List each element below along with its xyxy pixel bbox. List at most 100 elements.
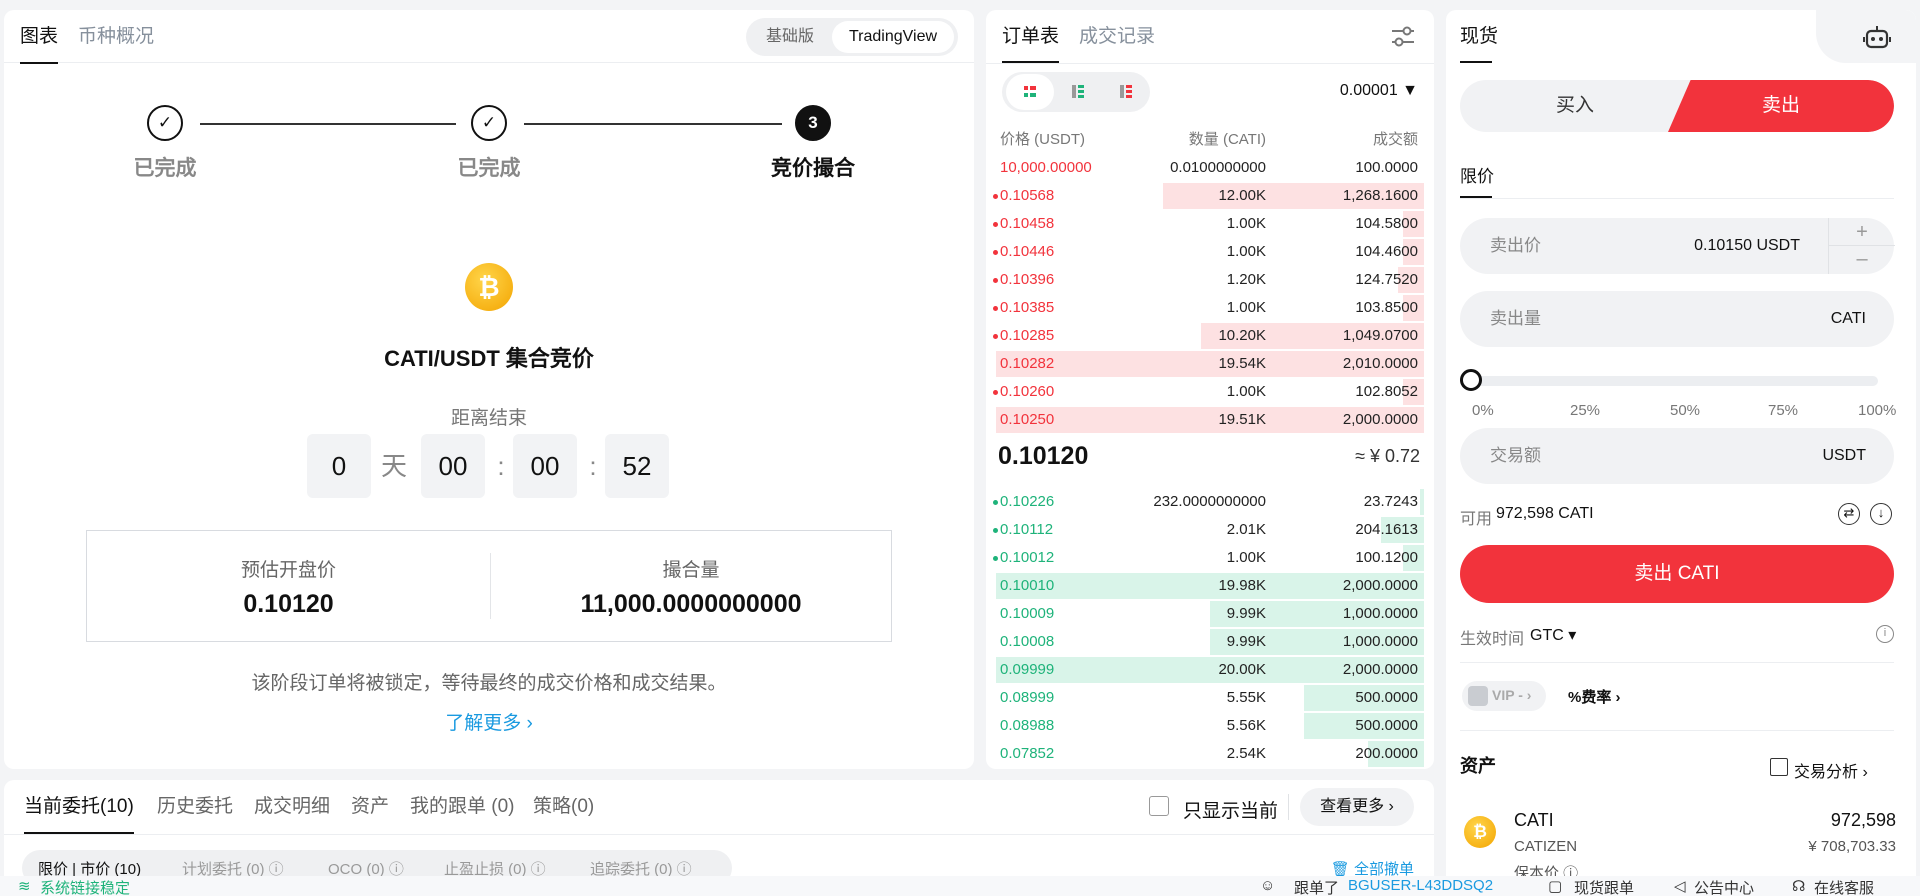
ask-row[interactable]: 0.10446 1.00K 104.4600 <box>986 238 1434 266</box>
ask-row[interactable]: 10,000.00000 0.0100000000 100.0000 <box>986 154 1434 182</box>
ask-row[interactable]: 0.10458 1.00K 104.5800 <box>986 210 1434 238</box>
ask-row[interactable]: 0.10282 19.54K 2,010.0000 <box>986 350 1434 378</box>
trade-analysis-link[interactable]: 交易分析 › <box>1794 758 1868 782</box>
asset-symbol: CATI <box>1514 810 1554 830</box>
bid-row[interactable]: 0.10012 1.00K 100.1200 <box>986 544 1434 572</box>
open-price-value: 0.10120 <box>243 590 334 618</box>
vip-shield-icon <box>1468 686 1488 706</box>
slider-mark-0[interactable]: 0% <box>1472 402 1494 419</box>
slider-mark-1[interactable]: 25% <box>1570 402 1600 419</box>
sell-tab[interactable]: 卖出 <box>1668 80 1894 132</box>
sell-price-value[interactable]: 0.10150 USDT <box>1694 218 1800 274</box>
orders-tab-5[interactable]: 策略(0) <box>533 780 594 834</box>
slider-mark-3[interactable]: 75% <box>1768 402 1798 419</box>
view-more-button[interactable]: 查看更多 › <box>1300 788 1414 826</box>
own-order-dot-icon <box>993 333 998 339</box>
bid-row[interactable]: 0.10008 9.99K 1,000.0000 <box>986 628 1434 656</box>
auction-info-box: 预估开盘价 0.10120 撮合量 11,000.0000000000 <box>86 530 892 642</box>
sell-price-field[interactable]: 卖出价 0.10150 USDT + – <box>1460 218 1895 274</box>
transfer-icon[interactable]: ⇄ <box>1838 503 1860 525</box>
bid-row[interactable]: 0.07852 2.54K 200.0000 <box>986 740 1434 768</box>
only-current-checkbox[interactable] <box>1149 796 1169 816</box>
bids-only-view-icon[interactable] <box>1054 74 1102 110</box>
row-amount: 1,000.0000 <box>1342 605 1418 622</box>
row-qty: 1.00K <box>1226 243 1266 260</box>
orders-tab-1[interactable]: 历史委托 <box>157 780 233 834</box>
row-qty: 1.00K <box>1226 299 1266 316</box>
sell-amount-field[interactable]: 卖出量 CATI <box>1460 291 1894 347</box>
price-text: 0.08988 <box>1000 717 1055 734</box>
ask-row[interactable]: 0.10385 1.00K 103.8500 <box>986 294 1434 322</box>
row-qty: 19.98K <box>1218 577 1266 594</box>
order-type-limit[interactable]: 限价 <box>1460 162 1494 187</box>
increase-price-icon[interactable]: + <box>1829 218 1895 246</box>
order-type-divider <box>1460 198 1894 199</box>
row-amount: 200.0000 <box>1355 745 1418 762</box>
orders-tab-2[interactable]: 成交明细 <box>254 780 330 834</box>
total-unit: USDT <box>1822 447 1866 464</box>
bid-row[interactable]: 0.10010 19.98K 2,000.0000 <box>986 572 1434 600</box>
tab-trade-history[interactable]: 成交记录 <box>1079 10 1155 63</box>
support-link[interactable]: 在线客服 <box>1814 877 1874 896</box>
tab-order-book[interactable]: 订单表 <box>1002 10 1060 63</box>
slider-mark-2[interactable]: 50% <box>1670 402 1700 419</box>
tradingview-button[interactable]: TradingView <box>832 21 954 53</box>
bid-row[interactable]: 0.08988 5.56K 500.0000 <box>986 712 1434 740</box>
step-2-label: 已完成 <box>457 157 521 180</box>
total-field[interactable]: 交易额 USDT <box>1460 428 1894 484</box>
time-in-force-select[interactable]: GTC ▾ <box>1530 625 1576 645</box>
ask-row[interactable]: 0.10285 10.20K 1,049.0700 <box>986 322 1434 350</box>
amount-slider[interactable] <box>1468 376 1878 386</box>
fee-divider <box>1460 730 1894 731</box>
bid-row[interactable]: 0.08999 5.55K 500.0000 <box>986 684 1434 712</box>
orders-tab-3[interactable]: 资产 <box>351 780 389 834</box>
lock-note: 该阶段订单将被锁定，等待最终的成交价格和成交结果。 <box>251 673 727 694</box>
basic-view-button[interactable]: 基础版 <box>750 21 830 53</box>
spot-copy-link[interactable]: 现货跟单 <box>1574 877 1634 896</box>
info-icon[interactable]: i <box>1876 625 1894 643</box>
countdown-days: 0 <box>307 434 371 498</box>
asks-only-view-icon[interactable] <box>1102 74 1150 110</box>
row-amount: 2,000.0000 <box>1342 577 1418 594</box>
ask-row[interactable]: 0.10250 19.51K 2,000.0000 <box>986 406 1434 434</box>
vip-badge[interactable]: VIP - › <box>1462 681 1546 711</box>
settings-sliders-icon[interactable] <box>1390 25 1416 49</box>
bid-row[interactable]: 0.10112 2.01K 204.1613 <box>986 516 1434 544</box>
price-text: 0.09999 <box>1000 661 1055 678</box>
precision-select[interactable]: 0.00001 ▼ <box>1340 82 1418 100</box>
row-amount: 204.1613 <box>1355 521 1418 538</box>
row-amount: 500.0000 <box>1355 717 1418 734</box>
ask-row[interactable]: 0.10568 12.00K 1,268.1600 <box>986 182 1434 210</box>
match-volume-label: 撮合量 <box>662 560 720 581</box>
row-amount: 124.7520 <box>1355 271 1418 288</box>
sell-cati-button[interactable]: 卖出 CATI <box>1460 545 1894 603</box>
slider-knob[interactable] <box>1460 369 1482 391</box>
bid-row[interactable]: 0.10009 9.99K 1,000.0000 <box>986 600 1434 628</box>
side-toggle: 买入 卖出 <box>1460 80 1894 132</box>
tab-chart[interactable]: 图表 <box>20 10 59 64</box>
both-sides-view-icon[interactable] <box>1006 74 1054 110</box>
own-order-dot-icon <box>993 277 998 283</box>
slider-mark-4[interactable]: 100% <box>1858 402 1896 419</box>
fee-rate-link[interactable]: %费率 › <box>1568 686 1621 707</box>
deposit-icon[interactable]: ↓ <box>1870 503 1892 525</box>
orders-tab-4[interactable]: 我的跟单 (0) <box>410 780 515 834</box>
row-qty: 20.00K <box>1218 661 1266 678</box>
row-amount: 500.0000 <box>1355 689 1418 706</box>
ask-row[interactable]: 0.10260 1.00K 102.8052 <box>986 378 1434 406</box>
own-order-dot-icon <box>993 527 998 533</box>
robot-icon[interactable] <box>1862 24 1892 52</box>
learn-more-link[interactable]: 了解更多 › <box>4 708 974 735</box>
announcements-link[interactable]: 公告中心 <box>1694 877 1754 896</box>
ask-row[interactable]: 0.10396 1.20K 124.7520 <box>986 266 1434 294</box>
buy-tab[interactable]: 买入 <box>1460 80 1690 132</box>
last-price: 0.10120 <box>998 442 1089 470</box>
tab-coin-overview[interactable]: 币种概况 <box>78 10 154 63</box>
tab-spot[interactable]: 现货 <box>1460 10 1498 63</box>
row-price: 0.09999 <box>1000 656 1054 684</box>
orders-tab-0[interactable]: 当前委托(10) <box>24 780 134 834</box>
copy-trade-user[interactable]: BGUSER-L43DDSQ2 <box>1348 877 1493 894</box>
decrease-price-icon[interactable]: – <box>1829 246 1895 274</box>
bid-row[interactable]: 0.10226 232.0000000000 23.7243 <box>986 488 1434 516</box>
bid-row[interactable]: 0.09999 20.00K 2,000.0000 <box>986 656 1434 684</box>
